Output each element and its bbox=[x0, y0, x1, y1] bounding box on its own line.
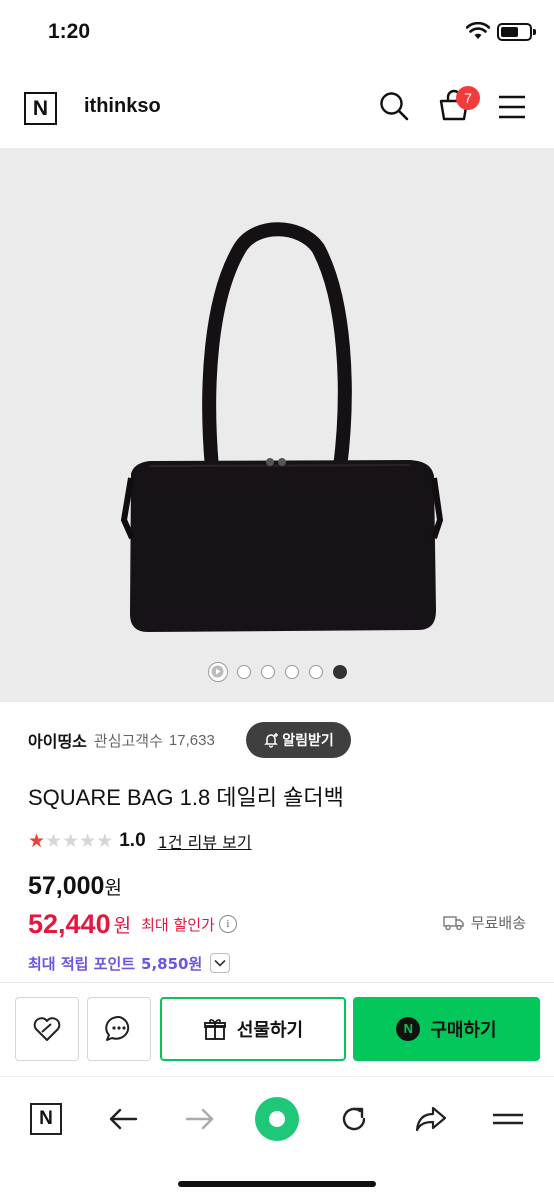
chevron-down-icon[interactable] bbox=[210, 953, 231, 973]
browser-home-n-button[interactable]: N bbox=[24, 1097, 68, 1141]
seller-row: 아이띵소 관심고객수 17,633 bbox=[28, 725, 215, 755]
gallery-dot[interactable] bbox=[285, 665, 299, 679]
status-time: 1:20 bbox=[48, 20, 91, 43]
menu-lines-icon bbox=[493, 1113, 523, 1125]
play-icon[interactable] bbox=[208, 662, 228, 682]
star-empty-icon: ★ bbox=[45, 829, 63, 852]
original-price-won: 원 bbox=[104, 877, 122, 899]
naver-n-icon: N bbox=[30, 1103, 62, 1135]
buy-label: 구매하기 bbox=[430, 1020, 497, 1041]
rating-row: ★ ★ ★ ★ ★ 1.0 1건 리뷰 보기 bbox=[28, 828, 252, 854]
review-link[interactable]: 1건 리뷰 보기 bbox=[158, 829, 252, 853]
battery-icon bbox=[497, 23, 536, 41]
top-nav: N ithinkso 7 bbox=[0, 70, 554, 148]
share-button[interactable] bbox=[409, 1097, 453, 1141]
rating-value: 1.0 bbox=[119, 830, 146, 851]
cart-count-badge: 7 bbox=[456, 86, 480, 110]
original-price: 57,000원 bbox=[28, 872, 122, 901]
talk-button[interactable] bbox=[87, 997, 151, 1061]
points-row[interactable]: 최대 적립 포인트 5,850원 bbox=[28, 950, 231, 976]
sale-price-row: 52,440 원 최대 할인가 i bbox=[28, 908, 237, 940]
max-discount-label: 최대 할인가 bbox=[141, 915, 215, 934]
star-rating: ★ ★ ★ ★ ★ bbox=[28, 829, 114, 852]
original-price-value: 57,000 bbox=[28, 872, 105, 900]
refresh-button[interactable] bbox=[332, 1097, 376, 1141]
gallery-pagination bbox=[0, 662, 554, 682]
arrow-left-icon bbox=[109, 1108, 138, 1130]
alarm-label: 알림받기 bbox=[282, 733, 334, 749]
shipping-label: 무료배송 bbox=[470, 914, 526, 932]
product-image[interactable] bbox=[0, 148, 554, 702]
home-indicator bbox=[178, 1181, 376, 1187]
shipping-info: 무료배송 bbox=[443, 912, 526, 933]
gallery-dot[interactable] bbox=[261, 665, 275, 679]
hamburger-menu-icon[interactable] bbox=[497, 94, 527, 124]
npay-icon: N bbox=[396, 1017, 421, 1041]
gallery-dot-active[interactable] bbox=[333, 665, 347, 679]
sale-price-won: 원 bbox=[113, 914, 132, 937]
bag-illustration bbox=[120, 222, 444, 632]
gift-icon bbox=[203, 1019, 226, 1040]
naver-logo[interactable]: N bbox=[24, 92, 57, 125]
gallery-dot[interactable] bbox=[237, 665, 251, 679]
share-arrow-icon bbox=[415, 1106, 447, 1132]
info-icon[interactable]: i bbox=[218, 915, 237, 933]
points-value: 5,850원 bbox=[141, 954, 203, 973]
chat-bubble-icon bbox=[105, 1015, 130, 1041]
alarm-button[interactable]: 알림받기 bbox=[246, 722, 351, 758]
wifi-icon bbox=[465, 21, 491, 44]
bell-plus-icon bbox=[263, 732, 279, 748]
shop-name[interactable]: ithinkso bbox=[84, 95, 161, 118]
points-label: 최대 적립 포인트 bbox=[28, 954, 136, 973]
truck-icon bbox=[443, 915, 464, 930]
heart-icon bbox=[33, 1017, 61, 1041]
refresh-icon bbox=[342, 1107, 366, 1131]
back-button[interactable] bbox=[101, 1097, 145, 1141]
interest-label: 관심고객수 bbox=[93, 731, 163, 750]
green-dot-button[interactable] bbox=[255, 1097, 299, 1141]
star-empty-icon: ★ bbox=[62, 829, 80, 852]
product-title: SQUARE BAG 1.8 데일리 숄더백 bbox=[28, 785, 344, 810]
buy-button[interactable]: N 구매하기 bbox=[353, 997, 540, 1061]
green-dot-icon bbox=[255, 1097, 299, 1141]
star-filled-icon: ★ bbox=[28, 829, 46, 852]
gift-label: 선물하기 bbox=[236, 1020, 304, 1041]
search-icon[interactable] bbox=[378, 90, 410, 126]
status-bar: 1:20 bbox=[0, 0, 554, 70]
gallery-dot[interactable] bbox=[309, 665, 323, 679]
gift-button[interactable]: 선물하기 bbox=[160, 997, 346, 1061]
star-empty-icon: ★ bbox=[79, 829, 97, 852]
sale-price-value: 52,440 bbox=[28, 908, 111, 939]
browser-toolbar: N bbox=[0, 1076, 554, 1200]
seller-name[interactable]: 아이띵소 bbox=[28, 728, 87, 752]
arrow-right-icon bbox=[185, 1108, 214, 1130]
forward-button[interactable] bbox=[178, 1097, 222, 1141]
browser-menu-button[interactable] bbox=[486, 1097, 530, 1141]
interest-count: 17,633 bbox=[168, 731, 215, 749]
purchase-action-bar: 선물하기 N 구매하기 bbox=[0, 982, 554, 1076]
star-empty-icon: ★ bbox=[96, 829, 114, 852]
wishlist-button[interactable] bbox=[15, 997, 79, 1061]
